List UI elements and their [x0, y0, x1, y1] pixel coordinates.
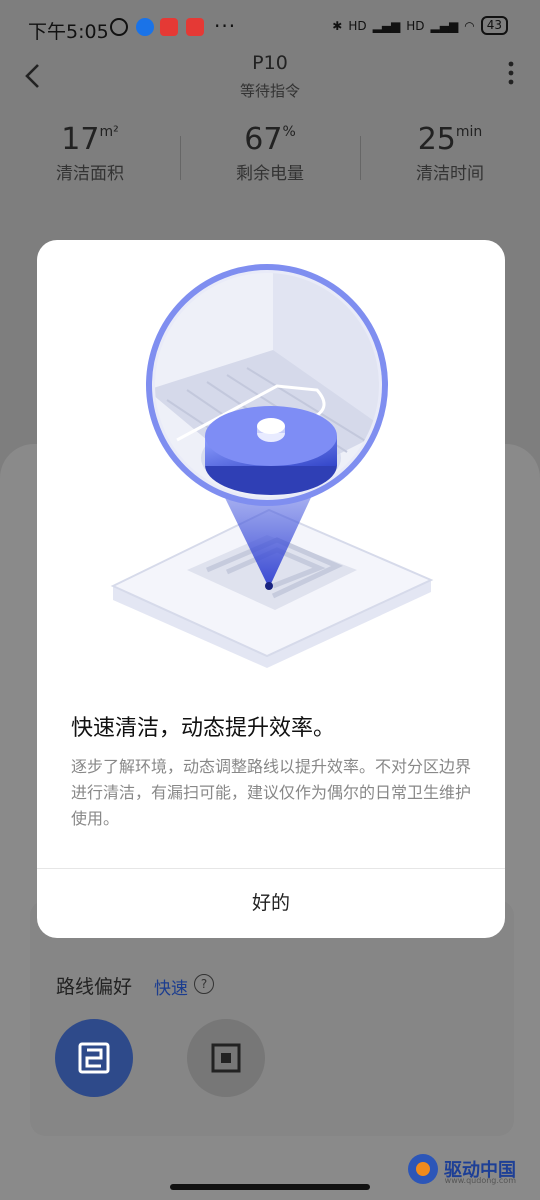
stat-divider	[180, 136, 181, 180]
dialog-title: 快速清洁，动态提升效率。	[71, 716, 336, 741]
stat-area-unit: m²	[99, 124, 119, 140]
dialog-body: 逐步了解环境，动态调整路线以提升效率。不对分区边界进行清洁，有漏扫可能，建议仅作…	[71, 757, 472, 828]
watermark: 驱动中国 www.qudong.com	[408, 1154, 516, 1185]
battery-icon: 43	[480, 16, 508, 35]
app-red-icon	[160, 18, 178, 36]
status-bar: 下午5:05 ··· ✱ HD ▂▄▆ HD ▂▄▆ ◠ 43	[0, 0, 540, 56]
route-fast-icon	[78, 1042, 110, 1074]
signal-2-label: HD	[406, 18, 425, 33]
info-dialog: 快速清洁，动态提升效率。 逐步了解环境，动态调整路线以提升效率。不对分区边界进行…	[37, 240, 505, 938]
stat-time-value: 25	[417, 122, 456, 157]
stat-area-label: 清洁面积	[56, 164, 124, 184]
route-fast-button[interactable]	[55, 1019, 133, 1097]
watermark-url: www.qudong.com	[444, 1176, 516, 1185]
watermark-logo-icon	[408, 1154, 438, 1184]
dialog-divider	[37, 868, 505, 869]
device-name: P10	[252, 52, 288, 74]
app-k-icon	[136, 18, 154, 36]
robot-illustration-icon	[110, 264, 434, 668]
overflow-dots: ···	[214, 14, 237, 38]
route-square-icon	[211, 1043, 241, 1073]
signal-1-icon: ▂▄▆	[372, 18, 401, 33]
wifi-icon: ◠	[464, 18, 475, 33]
status-time: 下午5:05	[28, 21, 109, 43]
device-status: 等待指令	[239, 82, 300, 100]
stat-area: 17m² 清洁面积	[0, 122, 180, 198]
route-value[interactable]: 快速	[154, 974, 188, 999]
app-header: P10 等待指令	[0, 52, 540, 102]
stat-battery-label: 剩余电量	[236, 164, 304, 184]
route-square-button[interactable]	[187, 1019, 265, 1097]
confirm-button[interactable]: 好的	[37, 870, 505, 938]
stat-area-value: 17	[61, 122, 100, 157]
bluetooth-icon: ✱	[332, 18, 343, 33]
signal-2-icon: ▂▄▆	[430, 18, 459, 33]
stat-battery-unit: %	[282, 124, 296, 140]
question-icon[interactable]: ?	[194, 974, 214, 994]
home-indicator[interactable]	[170, 1184, 370, 1190]
route-label: 路线偏好	[56, 976, 133, 998]
stat-battery: 67% 剩余电量	[180, 122, 360, 198]
app-heart-icon	[186, 18, 204, 36]
stat-time: 25min 清洁时间	[360, 122, 540, 198]
more-vertical-icon[interactable]	[508, 60, 514, 86]
stat-time-unit: min	[455, 124, 483, 140]
stat-time-label: 清洁时间	[416, 164, 484, 184]
stat-divider	[360, 136, 361, 180]
signal-1-label: HD	[348, 18, 367, 33]
alarm-icon	[110, 18, 128, 36]
status-right: ✱ HD ▂▄▆ HD ▂▄▆ ◠ 43	[332, 16, 508, 35]
stats-row: 17m² 清洁面积 67% 剩余电量 25min 清洁时间	[0, 122, 540, 198]
stat-battery-value: 67	[244, 122, 283, 157]
